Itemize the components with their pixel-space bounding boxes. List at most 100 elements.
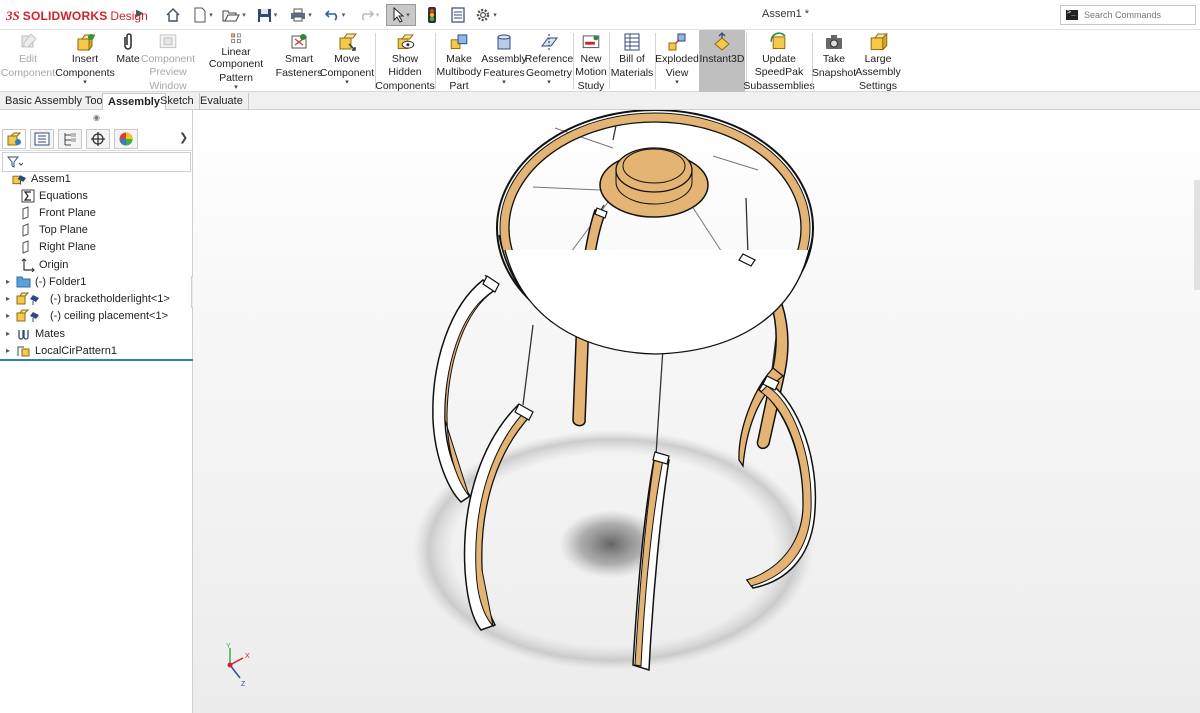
assembly-features-button[interactable]: Assembly Features ▾ <box>481 30 527 92</box>
traffic-light-icon <box>428 7 436 23</box>
tab-sketch[interactable]: Sketch <box>155 93 200 110</box>
speedpak-icon <box>770 32 786 50</box>
tree-filter[interactable] <box>2 152 191 172</box>
tree-item-ceiling-placement[interactable]: ▸ (-) ceiling placement<1> <box>0 307 193 324</box>
mate-button[interactable]: Mate <box>114 30 142 92</box>
filter-funnel-icon <box>7 156 23 168</box>
tab-featuremanager[interactable] <box>2 129 26 149</box>
expand-arrow-icon[interactable]: ▸ <box>4 346 12 355</box>
tab-configurationmanager[interactable] <box>58 129 82 149</box>
graphics-area[interactable]: Y X Z <box>193 110 1200 713</box>
open-button[interactable]: ▾ <box>220 4 248 26</box>
ceiling-canopy <box>599 147 709 218</box>
tab-propertymanager[interactable] <box>30 129 54 149</box>
lamp-model-view[interactable] <box>193 110 1200 713</box>
plane-icon <box>20 222 35 237</box>
expand-arrow-icon[interactable]: ▸ <box>4 277 12 286</box>
paperclip-icon <box>124 33 132 50</box>
file-properties-button[interactable] <box>448 4 468 26</box>
undo-button[interactable]: ▾ <box>322 4 348 26</box>
search-commands-box[interactable] <box>1060 5 1196 25</box>
select-arrow-icon <box>393 7 405 23</box>
tab-dimxpert[interactable] <box>86 129 110 149</box>
right-panel-tab[interactable] <box>1194 180 1200 290</box>
new-motion-study-button[interactable]: New Motion Study <box>574 30 608 92</box>
take-snapshot-button[interactable]: Take Snapshot <box>812 30 856 92</box>
expand-arrow-icon[interactable]: ▸ <box>4 311 12 320</box>
bill-of-materials-button[interactable]: Bill of Materials <box>610 30 654 92</box>
tree-item-origin[interactable]: Origin <box>0 256 193 273</box>
tab-display-manager[interactable] <box>114 129 138 149</box>
print-button[interactable]: ▾ <box>288 4 314 26</box>
triad-y-label: Y <box>226 643 231 650</box>
tab-evaluate[interactable]: Evaluate <box>195 93 249 110</box>
tree-item-mates[interactable]: ▸ Mates <box>0 325 193 342</box>
equations-icon <box>20 189 35 203</box>
exploded-view-button[interactable]: Exploded View ▾ <box>655 30 699 92</box>
show-hidden-components-icon <box>397 34 415 50</box>
solidworks-logo[interactable]: 3S SOLIDWORKS Design <box>6 7 148 25</box>
command-manager: Edit Component Insert Components ▾ Mate … <box>0 30 1200 92</box>
assembly-features-icon <box>497 34 511 50</box>
linear-pattern-icon <box>231 33 241 43</box>
insert-components-button[interactable]: Insert Components ▾ <box>55 30 115 92</box>
exploded-view-icon <box>668 33 686 51</box>
tree-item-folder1[interactable]: ▸ (-) Folder1 <box>0 273 193 290</box>
ds-logo-icon: 3S <box>6 8 20 23</box>
reference-geometry-button[interactable]: Reference Geometry ▾ <box>525 30 573 92</box>
save-icon <box>257 8 271 22</box>
tree-item-bracketholderlight[interactable]: ▸ (-) bracketholderlight<1> <box>0 290 193 307</box>
command-prompt-icon <box>1066 8 1078 20</box>
top-ring <box>496 110 814 355</box>
preview-window-icon <box>159 34 177 49</box>
gear-icon <box>476 8 490 22</box>
rebuild-button[interactable] <box>424 4 440 26</box>
select-button[interactable]: ▾ <box>386 4 416 26</box>
tree-rollback-bar[interactable] <box>0 359 193 361</box>
crosshair-icon <box>91 132 105 146</box>
edit-component-button[interactable]: Edit Component <box>0 30 56 92</box>
linear-component-pattern-button[interactable]: Linear Component Pattern ▾ <box>194 30 278 92</box>
new-document-button[interactable]: ▾ <box>190 4 216 26</box>
options-button[interactable]: ▾ <box>472 4 500 26</box>
camera-icon <box>826 35 842 49</box>
new-document-icon <box>194 7 206 23</box>
more-tabs-chevron-icon[interactable]: ❯ <box>179 131 188 144</box>
subassembly-icon <box>16 292 46 306</box>
tree-item-assem1[interactable]: Assem1 <box>0 170 193 187</box>
update-speedpak-button[interactable]: Update SpeedPak Subassemblies <box>743 30 815 92</box>
open-folder-icon <box>222 10 241 22</box>
move-component-button[interactable]: Move Component ▾ <box>320 30 374 92</box>
configuration-manager-icon <box>64 133 76 146</box>
triad-z-label: Z <box>241 681 246 688</box>
tree-item-equations[interactable]: Equations <box>0 187 193 204</box>
tree-item-localcirpattern1[interactable]: ▸ LocalCirPattern1 <box>0 342 193 359</box>
motion-study-icon <box>582 35 600 49</box>
print-icon <box>291 8 306 22</box>
plane-icon <box>20 239 35 254</box>
expand-arrow-icon[interactable]: ▸ <box>4 294 12 303</box>
tree-item-right-plane[interactable]: Right Plane <box>0 238 193 255</box>
search-input[interactable] <box>1084 10 1194 20</box>
instant3d-button[interactable]: Instant3D <box>699 30 745 92</box>
featuremanager-icon <box>7 132 22 146</box>
smart-fasteners-button[interactable]: Smart Fasteners <box>276 30 322 92</box>
tree-item-top-plane[interactable]: Top Plane <box>0 221 193 238</box>
tab-basic-assembly-tools[interactable]: Basic Assembly Tools <box>0 93 117 110</box>
home-button[interactable] <box>162 4 184 26</box>
redo-button[interactable]: ▾ <box>356 4 382 26</box>
menu-expand-arrow-icon[interactable]: ▶ <box>136 8 146 22</box>
save-button[interactable]: ▾ <box>254 4 280 26</box>
tree-item-front-plane[interactable]: Front Plane <box>0 204 193 221</box>
make-multibody-part-button[interactable]: Make Multibody Part <box>436 30 482 92</box>
panel-grip-icon[interactable]: ◉ <box>93 113 100 122</box>
brand-name: SOLIDWORKS <box>22 9 108 23</box>
file-properties-icon <box>451 7 465 23</box>
component-preview-window-button[interactable]: Component Preview Window <box>141 30 195 92</box>
triad-x-label: X <box>245 653 250 660</box>
show-hidden-components-button[interactable]: Show Hidden Components <box>375 30 435 92</box>
origin-icon <box>20 257 35 272</box>
expand-arrow-icon[interactable]: ▸ <box>4 329 12 338</box>
folder-icon <box>16 275 31 289</box>
large-assembly-settings-button[interactable]: Large Assembly Settings <box>855 30 901 92</box>
